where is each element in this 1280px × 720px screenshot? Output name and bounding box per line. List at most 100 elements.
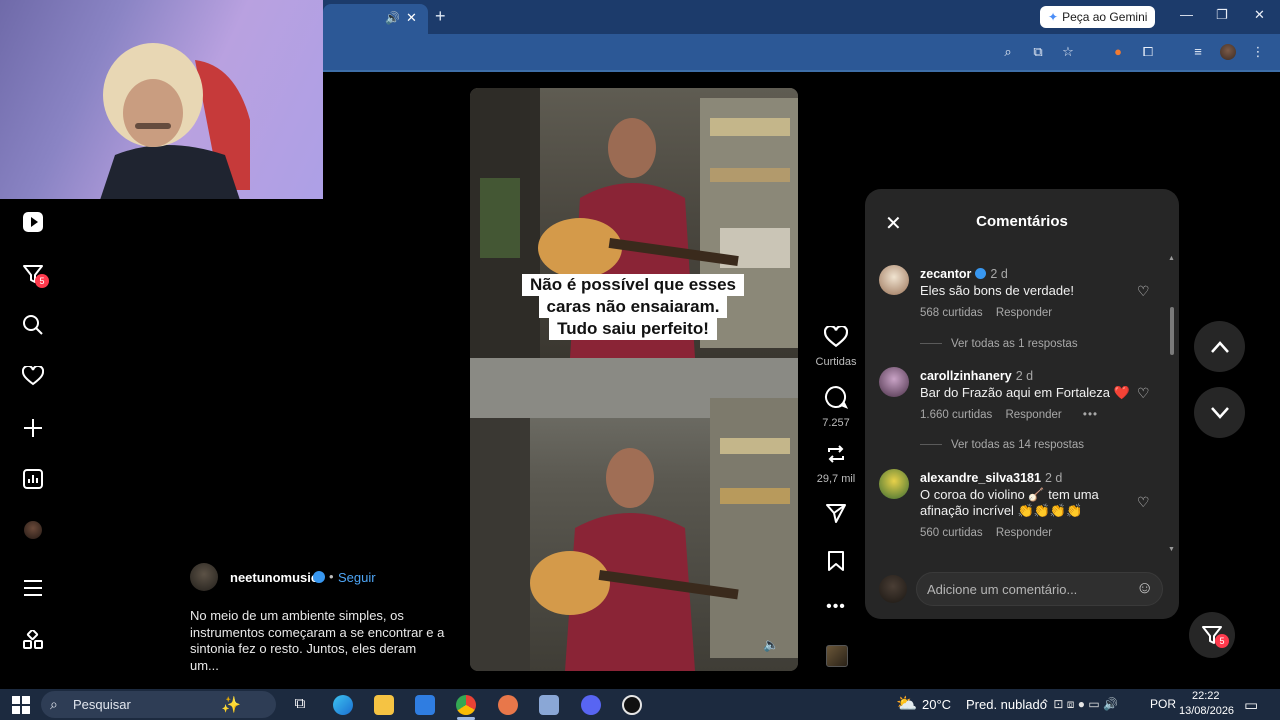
previous-video-button[interactable] xyxy=(1194,321,1245,372)
verified-badge-icon xyxy=(313,571,325,583)
next-video-button[interactable] xyxy=(1194,387,1245,438)
author-name[interactable]: neetunomusic xyxy=(230,570,318,585)
more-options-button[interactable]: ••• xyxy=(808,598,864,616)
obs-icon[interactable] xyxy=(622,695,642,715)
tab-close-button[interactable]: ✕ xyxy=(406,10,417,26)
view-replies-link[interactable]: Ver todas as 1 respostas xyxy=(920,338,1078,350)
weather-description[interactable]: Pred. nublado xyxy=(966,697,1047,712)
discord-icon[interactable] xyxy=(581,695,601,715)
sidebar-item-menu[interactable] xyxy=(21,576,45,600)
comment-input-box[interactable]: ☺ xyxy=(916,572,1163,606)
toolbar-icons: ⌕ ⧉ ☆ ● ⧠ ≡ ⋮ xyxy=(1000,44,1266,60)
restore-button[interactable]: ❐ xyxy=(1216,7,1228,23)
windows-taskbar: ⌕ Pesquisar ✨ ⧉ ⛅ 20°C Pred. nublado ⌃ ⊡… xyxy=(0,689,1280,720)
sidebar-item-more-apps[interactable] xyxy=(21,628,45,652)
media-control-icon[interactable]: ≡ xyxy=(1190,44,1206,60)
sidebar-item-likes[interactable] xyxy=(21,364,45,388)
repost-button[interactable]: 29,7 mil xyxy=(808,443,864,485)
view-replies-link[interactable]: Ver todas as 14 respostas xyxy=(920,439,1084,451)
comments-panel: ✕ Comentários zecantor 2 d Eles são bons … xyxy=(865,189,1179,619)
sidebar-item-videos[interactable] xyxy=(21,210,45,234)
comment-input[interactable] xyxy=(927,579,1127,599)
search-icon: ⌕ xyxy=(50,696,58,712)
play-icon xyxy=(23,212,43,232)
author-avatar[interactable] xyxy=(190,563,218,591)
clock-time[interactable]: 22:22 xyxy=(1192,690,1220,702)
file-explorer-icon[interactable] xyxy=(374,695,394,715)
comment-likes: 568 curtidas xyxy=(920,307,983,319)
reposts-count: 29,7 mil xyxy=(816,473,856,485)
comment-like-icon[interactable]: ♡ xyxy=(1137,385,1150,402)
video-player[interactable]: Não é possível que esses caras não ensai… xyxy=(470,88,798,671)
sidebar-item-create[interactable] xyxy=(21,416,45,440)
scroll-down-arrow-icon[interactable]: ▼ xyxy=(1168,546,1175,553)
separator-dot: • xyxy=(329,569,334,584)
reply-button[interactable]: Responder xyxy=(1005,409,1061,421)
comment-likes: 1.660 curtidas xyxy=(920,409,993,421)
task-view-icon[interactable]: ⧉ xyxy=(290,695,310,715)
sidebar-item-search[interactable] xyxy=(21,313,45,337)
windows-start-icon[interactable] xyxy=(11,695,31,715)
weather-temp[interactable]: 20°C xyxy=(922,697,951,712)
app-swirl-icon[interactable] xyxy=(498,695,518,715)
menu-kebab-icon[interactable]: ⋮ xyxy=(1250,44,1266,60)
gemini-button[interactable]: ✦ Peça ao Gemini xyxy=(1040,6,1156,28)
install-app-icon[interactable]: ⧉ xyxy=(1030,44,1046,60)
share-button[interactable] xyxy=(808,502,864,529)
comment-more-button[interactable]: ••• xyxy=(1083,409,1098,421)
sidebar-item-profile[interactable] xyxy=(21,518,45,542)
webcam-overlay xyxy=(0,0,323,199)
comment-like-icon[interactable]: ♡ xyxy=(1137,283,1150,300)
extension-icon[interactable]: ● xyxy=(1110,44,1126,60)
taskbar-search[interactable]: ⌕ Pesquisar ✨ xyxy=(41,691,276,718)
comment-meta: 560 curtidas Responder xyxy=(920,527,1062,539)
comments-scrollbar[interactable] xyxy=(1170,307,1174,355)
likes-label: Curtidas xyxy=(815,356,857,368)
comment-button[interactable]: 7.257 xyxy=(808,385,864,429)
emoji-icon[interactable]: ☺ xyxy=(1136,578,1153,598)
volume-icon[interactable]: 🔈 xyxy=(763,637,779,653)
comment-avatar[interactable] xyxy=(879,265,909,295)
chart-icon xyxy=(23,469,43,489)
reply-button[interactable]: Responder xyxy=(996,527,1052,539)
like-button[interactable]: Curtidas xyxy=(808,324,864,368)
chrome-icon[interactable] xyxy=(456,695,476,715)
tab-audio-icon[interactable]: 🔊 xyxy=(385,11,400,25)
heart-icon xyxy=(22,366,44,386)
left-sidebar: 5 xyxy=(0,199,66,689)
comment-like-icon[interactable]: ♡ xyxy=(1137,494,1150,511)
save-button[interactable] xyxy=(808,550,864,577)
comment-user[interactable]: carollzinhanery 2 d xyxy=(920,369,1033,383)
new-tab-button[interactable]: + xyxy=(435,6,446,27)
extensions-puzzle-icon[interactable]: ⧠ xyxy=(1140,44,1156,60)
comment-avatar[interactable] xyxy=(879,367,909,397)
comment-user[interactable]: alexandre_silva3181 2 d xyxy=(920,471,1062,485)
reply-button[interactable]: Responder xyxy=(996,307,1052,319)
follow-button[interactable]: Seguir xyxy=(338,570,376,585)
comment-user[interactable]: zecantor 2 d xyxy=(920,267,1008,281)
post-caption[interactable]: No meio de um ambiente simples, os instr… xyxy=(190,608,445,674)
scroll-up-arrow-icon[interactable]: ▲ xyxy=(1168,255,1175,262)
repost-icon xyxy=(828,445,844,463)
comment-text: O coroa do violino 🪕 tem uma afinação in… xyxy=(920,487,1099,518)
notification-center-icon[interactable]: ▭ xyxy=(1244,696,1258,714)
bookmark-star-icon[interactable]: ☆ xyxy=(1060,44,1076,60)
gemini-sparkle-icon: ✦ xyxy=(1048,10,1059,24)
close-window-button[interactable]: ✕ xyxy=(1254,7,1265,23)
sidebar-item-insights[interactable] xyxy=(21,467,45,491)
zoom-icon[interactable]: ⌕ xyxy=(1000,44,1016,60)
comment-avatar[interactable] xyxy=(879,469,909,499)
minimize-button[interactable]: — xyxy=(1180,7,1193,22)
edge-icon[interactable] xyxy=(333,695,353,715)
language-indicator[interactable]: POR xyxy=(1150,697,1176,711)
profile-avatar[interactable] xyxy=(1220,44,1236,60)
audio-thumbnail[interactable] xyxy=(826,645,848,667)
floating-messages-button[interactable]: 5 xyxy=(1189,612,1235,658)
sidebar-item-filter[interactable]: 5 xyxy=(21,262,49,288)
browser-tab[interactable]: 🔊 ✕ xyxy=(323,4,428,34)
copilot-sparkle-icon: ✨ xyxy=(221,697,241,714)
store-icon[interactable] xyxy=(415,695,435,715)
tray-icons[interactable]: ⌃ ⊡ ⧈ ● ▭ 🔊 xyxy=(1040,697,1118,712)
app-network-icon[interactable] xyxy=(539,695,559,715)
clock-date[interactable]: 13/08/2026 xyxy=(1179,705,1234,717)
